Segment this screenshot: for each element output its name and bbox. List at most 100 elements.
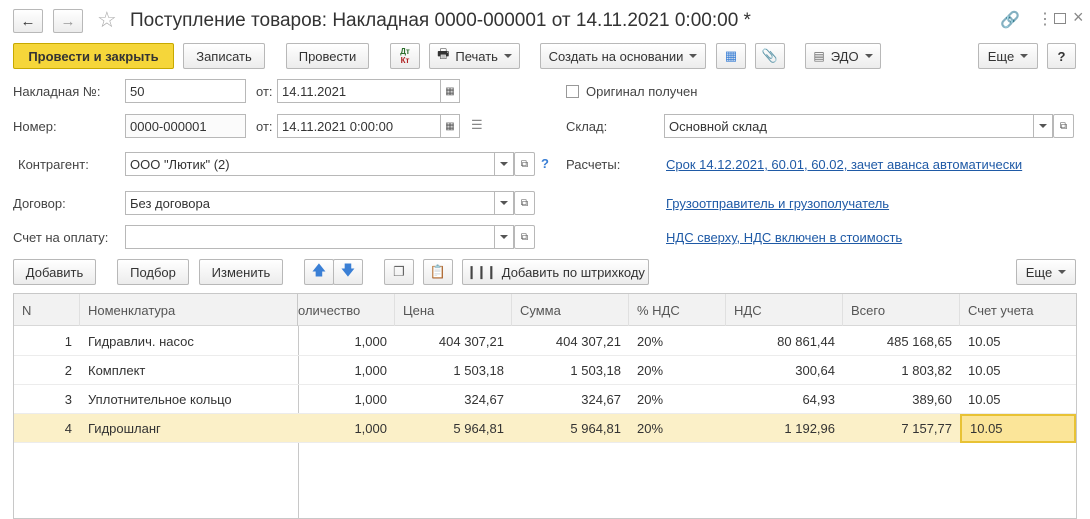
cell-total: 7 157,77 [901,421,952,436]
table-row[interactable]: 3 Уплотнительное кольцо 1,000 324,67 324… [14,385,1076,414]
pick-button[interactable]: Подбор [117,259,189,285]
post-and-close-button[interactable]: Провести и закрыть [13,43,174,69]
header-total[interactable]: Всего [843,294,960,326]
number-field[interactable]: 0000-000001 [125,114,246,138]
cell-sum: 404 307,21 [555,334,621,349]
cell-vat-rate: 20% [637,334,664,349]
paperclip-icon: 📎 [761,48,779,63]
warehouse-open-button[interactable]: ⧉ [1053,114,1074,138]
goods-table[interactable]: N Номенклатура оличество Цена Сумма % НД… [13,293,1077,519]
header-sum[interactable]: Сумма [512,294,629,326]
cell-n: 3 [64,392,72,407]
shipper-consignee-link[interactable]: Грузоотправитель и грузополучатель [666,196,889,211]
counterparty-field[interactable]: ООО "Лютик" (2) [125,152,514,176]
contract-dropdown-button[interactable] [494,191,514,215]
cell-vat: 1 192,96 [784,421,835,436]
edo-icon: ▤ [813,49,825,63]
move-up-button[interactable]: 🡅 [304,259,334,285]
counterparty-help-icon[interactable]: ? [541,156,549,171]
cell-n: 4 [64,421,72,436]
warehouse-field[interactable]: Основной склад [664,114,1053,138]
more-button[interactable]: Еще [978,43,1038,69]
more-vertical-icon[interactable]: ⋮ [1037,9,1053,29]
attach-button[interactable]: 📎 [755,43,785,69]
table-header: N Номенклатура оличество Цена Сумма % НД… [14,294,1076,326]
edit-button[interactable]: Изменить [199,259,283,285]
table-row[interactable]: 2 Комплект 1,000 1 503,18 1 503,18 20% 3… [14,356,1076,385]
payment-invoice-open-button[interactable]: ⧉ [514,225,535,249]
contract-open-button[interactable]: ⧉ [514,191,535,215]
save-button[interactable]: Записать [183,43,265,69]
dt-kt-button[interactable]: Дт Кт [390,43,420,69]
payment-invoice-dropdown-button[interactable] [494,225,514,249]
kt-label: Кт [400,56,410,65]
add-row-button[interactable]: Добавить [13,259,96,285]
counterparty-label: Контрагент: [18,157,89,172]
settlements-link[interactable]: Срок 14.12.2021, 60.01, 60.02, зачет ава… [666,157,1022,172]
header-qty[interactable]: оличество [298,294,395,326]
copy-row-button[interactable]: ❐ [384,259,414,285]
cell-account-current[interactable]: 10.05 [960,414,1076,443]
cell-price: 404 307,21 [438,334,504,349]
chevron-down-icon [1058,270,1067,274]
back-button[interactable]: ← [13,9,43,33]
contract-field[interactable]: Без договора [125,191,514,215]
chevron-down-icon [500,162,508,166]
edo-button[interactable]: ▤ ЭДО [805,43,881,69]
number-date-from-label: от: [256,119,273,134]
comment-icon[interactable]: ☰ [471,117,483,133]
cell-account: 10.05 [968,334,1001,349]
help-button[interactable]: ? [1047,43,1076,69]
original-received-checkbox[interactable] [566,85,579,98]
chevron-down-icon [864,54,873,58]
cell-vat: 64,93 [802,392,835,407]
cell-n: 1 [64,334,72,349]
add-by-barcode-button[interactable]: ❙❙❙ Добавить по штрихкоду [462,259,649,285]
structure-button[interactable]: ▦ [716,43,746,69]
cell-sum: 1 503,18 [570,363,621,378]
table-more-button[interactable]: Еще [1016,259,1076,285]
calendar-button[interactable]: ▦ [440,79,460,103]
calendar-button[interactable]: ▦ [440,114,460,138]
payment-invoice-field[interactable] [125,225,514,249]
invoice-date-field[interactable]: 14.11.2021 ▦ [277,79,460,103]
cell-vat: 300,64 [795,363,835,378]
header-price[interactable]: Цена [395,294,512,326]
paste-button[interactable]: 📋 [423,259,453,285]
open-form-icon: ⧉ [1059,120,1068,132]
calendar-icon: ▦ [445,85,455,97]
post-button[interactable]: Провести [286,43,369,69]
chevron-down-icon [689,54,698,58]
maximize-icon[interactable] [1054,13,1066,24]
window-title: Поступление товаров: Накладная 0000-0000… [130,10,751,31]
invoice-number-field[interactable]: 50 [125,79,246,103]
dt-label: Дт [400,47,410,56]
cell-sum: 324,67 [581,392,621,407]
arrow-up-icon: 🡅 [311,262,327,278]
counterparty-open-button[interactable]: ⧉ [514,152,535,176]
table-row-selected[interactable]: 4 Гидрошланг 1,000 5 964,81 5 964,81 20%… [14,414,1076,443]
link-icon[interactable]: 🔗 [1000,10,1020,30]
edo-label: ЭДО [830,48,859,64]
contract-value: Без договора [130,195,210,211]
header-account[interactable]: Счет учета [960,294,1076,326]
warehouse-dropdown-button[interactable] [1033,114,1053,138]
move-down-button[interactable]: 🡇 [333,259,363,285]
print-button[interactable]: 🖶 Печать [429,43,520,69]
header-vat-rate[interactable]: % НДС [629,294,726,326]
cell-item: Уплотнительное кольцо [88,392,232,407]
vat-mode-link[interactable]: НДС сверху, НДС включен в стоимость [666,230,902,245]
original-received-label: Оригинал получен [586,84,698,99]
number-date-field[interactable]: 14.11.2021 0:00:00 ▦ [277,114,460,138]
forward-button[interactable]: → [53,9,83,33]
header-n[interactable]: N [14,294,80,326]
invoice-number-label: Накладная №: [13,84,101,99]
header-item[interactable]: Номенклатура [80,294,298,326]
arrow-right-icon: → [60,12,76,30]
table-row[interactable]: 1 Гидравлич. насос 1,000 404 307,21 404 … [14,327,1076,356]
header-vat[interactable]: НДС [726,294,843,326]
counterparty-dropdown-button[interactable] [494,152,514,176]
close-icon[interactable]: × [1073,7,1084,28]
create-based-on-button[interactable]: Создать на основании [540,43,706,69]
favorite-star-icon[interactable]: ☆ [97,7,117,33]
